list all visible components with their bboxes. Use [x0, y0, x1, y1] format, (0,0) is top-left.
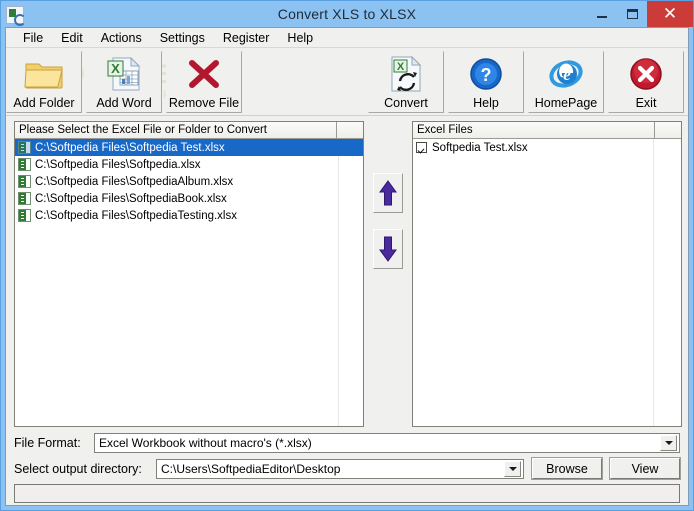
red-x-icon	[167, 52, 241, 96]
help-button[interactable]: ? Help	[448, 51, 524, 113]
view-button[interactable]: View	[609, 457, 681, 480]
folder-icon	[7, 52, 81, 96]
menu-bar: File Edit Actions Settings Register Help	[6, 28, 688, 48]
add-word-button[interactable]: X Add Word	[86, 51, 162, 113]
file-format-label: File Format:	[14, 436, 81, 450]
convert-document-icon: X	[369, 52, 443, 96]
source-item-path: C:\Softpedia Files\Softpedia Test.xlsx	[35, 141, 225, 154]
toolbar-right-group: X Convert ? Help e HomePage Exit	[368, 51, 688, 113]
internet-explorer-icon: e	[529, 52, 603, 96]
source-item-path: C:\Softpedia Files\SoftpediaAlbum.xlsx	[35, 175, 234, 188]
help-label: Help	[473, 96, 499, 110]
excel-file-icon	[18, 141, 31, 154]
file-format-select[interactable]: Excel Workbook without macro's (*.xlsx)	[94, 433, 680, 453]
red-circle-x-icon	[609, 52, 683, 96]
toolbar-left-group: Add Folder X Add Word Remove File	[6, 51, 246, 113]
maximize-button[interactable]	[617, 1, 647, 27]
file-format-value: Excel Workbook without macro's (*.xlsx)	[99, 436, 312, 450]
menu-item-help[interactable]: Help	[278, 30, 322, 46]
excel-item-checkbox[interactable]	[416, 142, 427, 153]
source-file-list[interactable]: Please Select the Excel File or Folder t…	[14, 121, 364, 427]
source-list-item[interactable]: C:\Softpedia Files\SoftpediaTesting.xlsx	[15, 207, 363, 224]
minimize-button[interactable]	[587, 1, 617, 27]
blue-question-icon: ?	[449, 52, 523, 96]
exit-label: Exit	[635, 96, 657, 110]
source-column-header-extra[interactable]	[337, 122, 363, 138]
output-directory-value: C:\Users\SoftpediaEditor\Desktop	[161, 461, 341, 476]
close-button[interactable]: ✕	[647, 1, 693, 27]
convert-label: Convert	[384, 96, 428, 110]
minimize-icon	[597, 15, 607, 18]
excel-column-header[interactable]: Excel Files	[413, 122, 655, 138]
remove-file-label: Remove File	[168, 96, 240, 110]
move-down-button[interactable]	[373, 229, 403, 269]
bottom-form: File Format: Excel Workbook without macr…	[6, 427, 688, 505]
output-directory-select[interactable]: C:\Users\SoftpediaEditor\Desktop	[156, 458, 524, 479]
excel-column-header-extra[interactable]	[655, 122, 681, 138]
convert-button[interactable]: X Convert	[368, 51, 444, 113]
add-folder-button[interactable]: Add Folder	[6, 51, 82, 113]
menu-item-settings[interactable]: Settings	[151, 30, 214, 46]
reorder-controls	[364, 121, 412, 427]
homepage-button[interactable]: e HomePage	[528, 51, 604, 113]
close-icon: ✕	[662, 4, 678, 23]
application-window: Convert XLS to XLSX ✕ File Edit Actions …	[0, 0, 694, 511]
excel-list-item[interactable]: Softpedia Test.xlsx	[413, 139, 681, 156]
excel-file-icon	[18, 192, 31, 205]
main-content: Please Select the Excel File or Folder t…	[6, 116, 688, 427]
exit-button[interactable]: Exit	[608, 51, 684, 113]
add-folder-label: Add Folder	[13, 96, 75, 110]
client-area: File Edit Actions Settings Register Help…	[5, 27, 689, 506]
menu-item-register[interactable]: Register	[214, 30, 279, 46]
source-list-header: Please Select the Excel File or Folder t…	[15, 122, 363, 139]
excel-file-icon	[18, 175, 31, 188]
output-directory-row: Select output directory: C:\Users\Softpe…	[14, 457, 681, 480]
menu-item-edit[interactable]: Edit	[52, 30, 92, 46]
excel-grid-line	[653, 139, 654, 426]
excel-files-list[interactable]: Excel Files Softpedia Test.xlsx	[412, 121, 682, 427]
add-word-label: Add Word	[96, 96, 152, 110]
title-bar: Convert XLS to XLSX ✕	[1, 1, 693, 27]
excel-list-header: Excel Files	[413, 122, 681, 139]
remove-file-button[interactable]: Remove File	[166, 51, 242, 113]
excel-file-icon	[18, 209, 31, 222]
maximize-icon	[626, 9, 638, 19]
source-list-item[interactable]: C:\Softpedia Files\SoftpediaAlbum.xlsx	[15, 173, 363, 190]
source-item-path: C:\Softpedia Files\SoftpediaBook.xlsx	[35, 192, 227, 205]
chevron-down-icon[interactable]	[504, 460, 521, 477]
menu-item-actions[interactable]: Actions	[92, 30, 151, 46]
source-item-path: C:\Softpedia Files\SoftpediaTesting.xlsx	[35, 209, 237, 222]
move-up-button[interactable]	[373, 173, 403, 213]
toolbar: SOFTPEDIA www.softpedia.com Add Folder	[6, 48, 688, 116]
browse-button[interactable]: Browse	[531, 457, 603, 480]
excel-document-icon: X	[87, 52, 161, 96]
menu-item-file[interactable]: File	[14, 30, 52, 46]
source-column-header[interactable]: Please Select the Excel File or Folder t…	[15, 122, 337, 138]
source-item-path: C:\Softpedia Files\Softpedia.xlsx	[35, 158, 201, 171]
source-list-item[interactable]: C:\Softpedia Files\SoftpediaBook.xlsx	[15, 190, 363, 207]
output-directory-label: Select output directory:	[14, 461, 142, 476]
chevron-down-icon[interactable]	[660, 435, 677, 451]
excel-list-body[interactable]: Softpedia Test.xlsx	[413, 139, 681, 426]
source-list-item[interactable]: C:\Softpedia Files\Softpedia Test.xlsx	[15, 139, 363, 156]
source-list-item[interactable]: C:\Softpedia Files\Softpedia.xlsx	[15, 156, 363, 173]
excel-file-icon	[18, 158, 31, 171]
file-format-row: File Format: Excel Workbook without macr…	[14, 433, 680, 453]
homepage-label: HomePage	[534, 96, 598, 110]
window-controls: ✕	[587, 1, 693, 27]
svg-text:?: ?	[481, 65, 492, 85]
move-up-arrow-icon	[379, 180, 397, 206]
svg-text:X: X	[397, 61, 405, 73]
excel-item-name: Softpedia Test.xlsx	[432, 141, 528, 154]
source-list-body[interactable]: C:\Softpedia Files\Softpedia Test.xlsx C…	[15, 139, 363, 426]
svg-text:e: e	[563, 65, 571, 84]
svg-text:X: X	[111, 61, 120, 76]
status-bar	[14, 484, 680, 503]
move-down-arrow-icon	[379, 236, 397, 262]
